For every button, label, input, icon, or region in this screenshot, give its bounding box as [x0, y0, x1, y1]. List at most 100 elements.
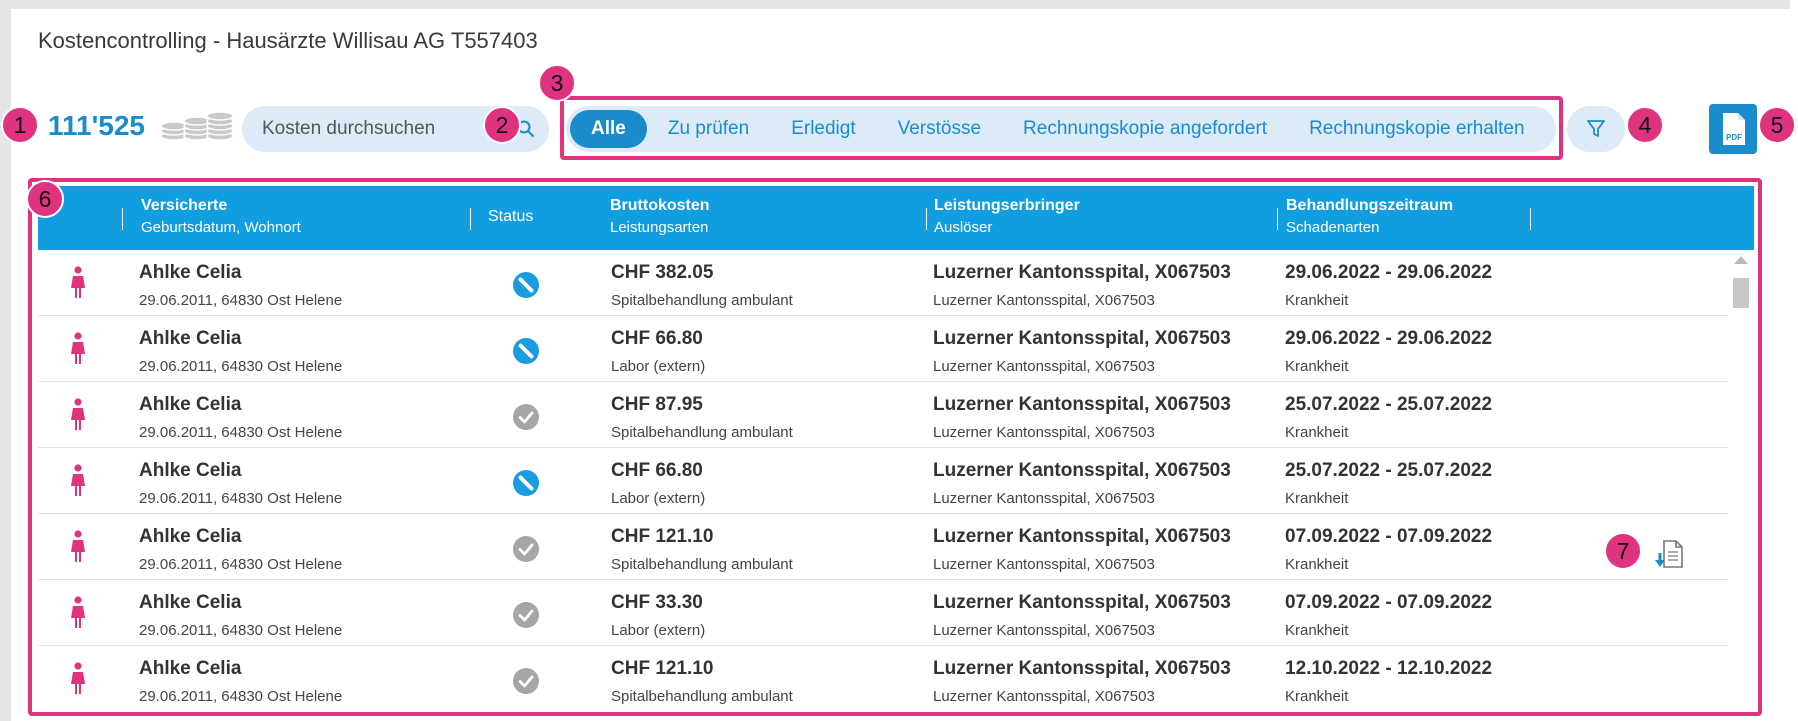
tab-rechnungskopie-angefordert[interactable]: Rechnungskopie angefordert	[1002, 110, 1288, 148]
annotation-badge-7: 7	[1604, 532, 1642, 570]
provider: Luzerner Kantonsspital, X067503	[933, 460, 1231, 481]
scroll-thumb[interactable]	[1733, 278, 1749, 308]
document-download-icon[interactable]	[1652, 537, 1686, 571]
treatment-period: 29.06.2022 - 29.06.2022	[1285, 262, 1493, 283]
provider: Luzerner Kantonsspital, X067503	[933, 526, 1231, 547]
page-title: Kostencontrolling - Hausärzte Willisau A…	[38, 28, 538, 53]
service-type: Labor (extern)	[611, 490, 706, 507]
filter-icon	[1587, 120, 1605, 137]
svg-text:PDF: PDF	[1726, 133, 1742, 142]
done-status-icon[interactable]	[512, 667, 540, 700]
annotation-badge-3: 3	[538, 64, 576, 102]
provider: Luzerner Kantonsspital, X067503	[933, 394, 1231, 415]
filter-button[interactable]	[1567, 106, 1625, 152]
header-status[interactable]: Status	[488, 208, 533, 226]
header-leistungserbringer[interactable]: Leistungserbringer Auslöser	[934, 197, 1080, 236]
table-row[interactable]: Ahlke Celia 29.06.2011, 64830 Ost Helene C…	[38, 580, 1728, 646]
insured-birth-location: 29.06.2011, 64830 Ost Helene	[139, 556, 343, 573]
table-row[interactable]: Ahlke Celia 29.06.2011, 64830 Ost Helene C…	[38, 316, 1728, 382]
female-person-icon	[71, 530, 85, 562]
table-row[interactable]: Ahlke Celia 29.06.2011, 64830 Ost Helene C…	[38, 448, 1728, 514]
trigger: Luzerner Kantonsspital, X067503	[933, 292, 1155, 309]
done-status-icon[interactable]	[512, 535, 540, 568]
female-person-icon	[71, 332, 85, 364]
header-separator	[470, 208, 471, 230]
violation-status-icon[interactable]	[512, 337, 540, 370]
tab-rechnungskopie-erhalten[interactable]: Rechnungskopie erhalten	[1288, 110, 1546, 148]
header-versicherte[interactable]: Versicherte Geburtsdatum, Wohnort	[141, 197, 301, 236]
damage-type: Krankheit	[1285, 556, 1349, 573]
pdf-export-button[interactable]: PDF	[1709, 104, 1757, 154]
tab-alle[interactable]: Alle	[570, 110, 647, 148]
insured-name: Ahlke Celia	[139, 658, 242, 679]
done-status-icon[interactable]	[512, 403, 540, 436]
trigger: Luzerner Kantonsspital, X067503	[933, 556, 1155, 573]
gross-cost: CHF 33.30	[611, 592, 703, 613]
gross-cost: CHF 66.80	[611, 460, 703, 481]
done-status-icon[interactable]	[512, 601, 540, 634]
female-person-icon	[71, 596, 85, 628]
damage-type: Krankheit	[1285, 292, 1349, 309]
trigger: Luzerner Kantonsspital, X067503	[933, 688, 1155, 705]
damage-type: Krankheit	[1285, 424, 1349, 441]
female-person-icon	[71, 662, 85, 694]
treatment-period: 07.09.2022 - 07.09.2022	[1285, 526, 1493, 547]
insured-name: Ahlke Celia	[139, 262, 242, 283]
annotation-badge-2: 2	[483, 106, 521, 144]
trigger: Luzerner Kantonsspital, X067503	[933, 622, 1155, 639]
header-bruttokosten[interactable]: Bruttokosten Leistungsarten	[610, 197, 710, 236]
provider: Luzerner Kantonsspital, X067503	[933, 658, 1231, 679]
insured-birth-location: 29.06.2011, 64830 Ost Helene	[139, 424, 343, 441]
status-tabs: Alle Zu prüfen Erledigt Verstösse Rechnu…	[566, 106, 1556, 152]
insured-birth-location: 29.06.2011, 64830 Ost Helene	[139, 358, 343, 375]
female-person-icon	[71, 266, 85, 298]
provider: Luzerner Kantonsspital, X067503	[933, 262, 1231, 283]
table-row[interactable]: Ahlke Celia 29.06.2011, 64830 Ost Helene C…	[38, 514, 1728, 580]
table-row[interactable]: Ahlke Celia 29.06.2011, 64830 Ost Helene C…	[38, 646, 1728, 710]
scroll-up-arrow[interactable]	[1734, 256, 1748, 264]
pdf-icon: PDF	[1723, 113, 1745, 145]
violation-status-icon[interactable]	[512, 469, 540, 502]
service-type: Spitalbehandlung ambulant	[611, 688, 793, 705]
damage-type: Krankheit	[1285, 490, 1349, 507]
gross-cost: CHF 121.10	[611, 658, 714, 679]
table-row[interactable]: Ahlke Celia 29.06.2011, 64830 Ost Helene C…	[38, 382, 1728, 448]
result-count: 111'525	[48, 110, 146, 141]
provider: Luzerner Kantonsspital, X067503	[933, 592, 1231, 613]
female-person-icon	[71, 464, 85, 496]
gross-cost: CHF 66.80	[611, 328, 703, 349]
treatment-period: 29.06.2022 - 29.06.2022	[1285, 328, 1493, 349]
annotation-badge-1: 1	[1, 106, 39, 144]
trigger: Luzerner Kantonsspital, X067503	[933, 358, 1155, 375]
annotation-badge-4: 4	[1626, 106, 1664, 144]
tab-zu-pruefen[interactable]: Zu prüfen	[647, 110, 770, 148]
insured-birth-location: 29.06.2011, 64830 Ost Helene	[139, 688, 343, 705]
tab-verstoesse[interactable]: Verstösse	[877, 110, 1002, 148]
table-row[interactable]: Ahlke Celia 29.06.2011, 64830 Ost Helene C…	[38, 250, 1728, 316]
trigger: Luzerner Kantonsspital, X067503	[933, 490, 1155, 507]
tab-erledigt[interactable]: Erledigt	[770, 110, 876, 148]
header-separator	[1530, 208, 1531, 230]
service-type: Labor (extern)	[611, 622, 706, 639]
insured-birth-location: 29.06.2011, 64830 Ost Helene	[139, 292, 343, 309]
header-behandlungszeitraum[interactable]: Behandlungszeitraum Schadenarten	[1286, 197, 1453, 236]
treatment-period: 07.09.2022 - 07.09.2022	[1285, 592, 1493, 613]
cost-table: Ahlke Celia 29.06.2011, 64830 Ost Helene C…	[38, 250, 1728, 710]
header-separator	[926, 208, 927, 230]
violation-status-icon[interactable]	[512, 271, 540, 304]
header-separator	[122, 208, 123, 230]
treatment-period: 12.10.2022 - 12.10.2022	[1285, 658, 1493, 679]
coins-icon	[160, 111, 234, 141]
gross-cost: CHF 87.95	[611, 394, 703, 415]
table-scrollbar[interactable]	[1730, 250, 1752, 710]
search-input[interactable]	[242, 106, 482, 152]
provider: Luzerner Kantonsspital, X067503	[933, 328, 1231, 349]
gross-cost: CHF 121.10	[611, 526, 714, 547]
treatment-period: 25.07.2022 - 25.07.2022	[1285, 460, 1493, 481]
insured-name: Ahlke Celia	[139, 328, 242, 349]
annotation-badge-6: 6	[26, 180, 64, 218]
table-header: Versicherte Geburtsdatum, Wohnort Status…	[38, 186, 1754, 250]
insured-name: Ahlke Celia	[139, 460, 242, 481]
insured-name: Ahlke Celia	[139, 394, 242, 415]
insured-birth-location: 29.06.2011, 64830 Ost Helene	[139, 490, 343, 507]
